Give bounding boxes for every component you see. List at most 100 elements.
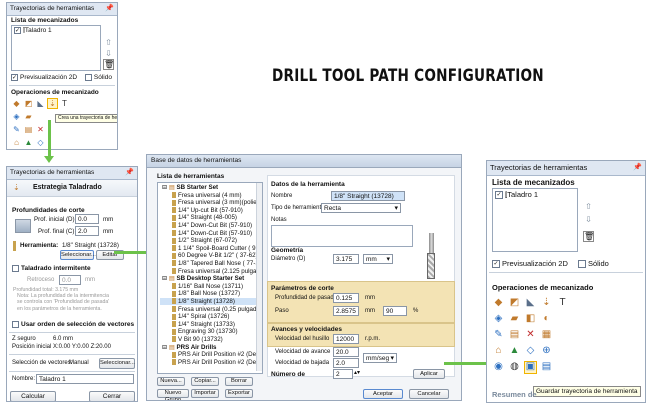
checkbox-preview-2d[interactable]: ✓ <box>11 74 18 81</box>
moulding-edit-icon[interactable]: ✎ <box>492 329 505 342</box>
ok-button[interactable]: Aceptar <box>363 389 403 399</box>
tree-tool-item[interactable]: 1/8" Straight (13728) <box>160 298 262 306</box>
pocket-icon[interactable]: ◩ <box>508 297 521 310</box>
finishing-icon[interactable]: ▲ <box>508 345 521 358</box>
checkbox-solid[interactable] <box>84 74 92 81</box>
toolpath-list[interactable]: ✓ ⫿Taladro 1 <box>492 188 578 252</box>
tool-number-input[interactable]: 2 <box>333 369 353 379</box>
tree-tool-item[interactable]: 1/2" Straight (67-072) <box>160 237 237 244</box>
diameter-unit-select[interactable]: mm <box>363 254 393 264</box>
collapse-icon[interactable]: ⊟ <box>162 184 169 191</box>
texture-icon[interactable]: ▤ <box>23 124 34 135</box>
export-icon[interactable]: ▤ <box>540 361 553 374</box>
tree-tool-item[interactable]: 1/4" Down-Cut Bit (57-910) <box>160 222 252 229</box>
tree-tool-item[interactable]: 1/4" Down-Cut Bit (57-910) <box>160 230 252 237</box>
profile-icon[interactable]: ◆ <box>11 98 22 109</box>
pin-icon[interactable]: 📌 <box>633 161 642 175</box>
roughing-icon[interactable]: ⌂ <box>492 345 505 358</box>
start-depth-input[interactable]: 0.0 <box>75 214 99 224</box>
preview-icon[interactable]: ◇ <box>35 137 46 148</box>
checkbox-solid[interactable] <box>577 260 586 269</box>
tool-tree[interactable]: ⊟ ▤ SB Starter Set Fresa universal (4 mm)… <box>157 182 263 374</box>
pin-icon[interactable]: 📌 <box>125 167 134 179</box>
tree-tool-item[interactable]: PRS Air Drill Position #2 (Define <box>160 359 262 366</box>
collapse-icon[interactable]: ⊟ <box>162 275 169 282</box>
delete-icon[interactable]: 🗑 <box>583 231 594 242</box>
move-up-icon[interactable]: ⇧ <box>103 37 114 48</box>
new-group-button[interactable]: Nuevo Grupo <box>157 389 189 400</box>
delete-tool-button[interactable]: Borrar <box>225 377 253 386</box>
tree-tool-item[interactable]: 60 Degree V-Bit 1/2" ( 37-62) <box>160 252 258 259</box>
rate-unit-select[interactable]: mm/seg <box>363 353 397 363</box>
checkbox-preview-2d[interactable]: ✓ <box>492 260 500 269</box>
apply-button[interactable]: Aplicar <box>413 369 445 379</box>
move-up-icon[interactable]: ⇧ <box>583 201 594 212</box>
stepover-input[interactable]: 2.8575 <box>333 306 359 316</box>
tree-group[interactable]: ⊟ ▤ SB Starter Set <box>160 184 218 191</box>
roughing-icon[interactable]: ⌂ <box>11 137 22 148</box>
tree-tool-item[interactable]: Fresa universal (0.25 pulgadas <box>160 306 262 313</box>
export-button[interactable]: Exportar <box>225 389 253 398</box>
save-toolpath-icon[interactable]: ▣ <box>524 361 537 374</box>
tree-group[interactable]: ⊟ ▤ SB Desktop Starter Set <box>160 275 244 282</box>
tree-tool-item[interactable]: 1/4" Spiral (13726) <box>160 313 229 320</box>
cancel-button[interactable]: Cancelar <box>409 389 449 399</box>
move-down-icon[interactable]: ⇩ <box>583 214 594 225</box>
vcarve-icon[interactable]: ◈ <box>11 111 22 122</box>
toolpath-item[interactable]: ✓ ⫿Taladro 1 <box>495 190 538 200</box>
tree-tool-item[interactable]: Fresa universal (2.125 pulgada <box>160 268 262 275</box>
fluting-icon[interactable]: ▰ <box>508 313 521 326</box>
checkbox-toolpath[interactable]: ✓ <box>14 27 21 34</box>
diameter-input[interactable]: 3.175 <box>333 254 359 264</box>
plunge-input[interactable]: 2.0 <box>333 358 359 368</box>
toolpath-name-input[interactable]: Taladro 1 <box>36 374 134 384</box>
fluting-icon[interactable]: ▰ <box>23 111 34 122</box>
select-tool-button[interactable]: Seleccionar... <box>60 250 96 260</box>
vector-select-button[interactable]: Seleccionar... <box>99 358 135 369</box>
texture-icon[interactable]: ▤ <box>508 329 521 342</box>
tree-tool-item[interactable]: PRS Air Drill Position #2 (Define <box>160 351 262 358</box>
tree-tool-item[interactable]: 1/4" Up-cut Bit (57-910) <box>160 207 243 214</box>
tree-tool-item[interactable]: 1/4" Straight (13733) <box>160 321 235 328</box>
finishing-icon[interactable]: ▲ <box>23 137 34 148</box>
new-tool-button[interactable]: Nueva... <box>157 377 185 386</box>
close-button[interactable]: Cerrar <box>89 391 135 401</box>
spindle-input[interactable]: 12000 <box>333 334 359 344</box>
tool-name-input[interactable]: 1/8" Straight (13728) <box>331 191 405 201</box>
import-button[interactable]: Importar <box>191 389 219 398</box>
final-depth-input[interactable]: 2.0 <box>75 226 99 236</box>
vcarve-icon[interactable]: ◈ <box>492 313 505 326</box>
inlay-icon[interactable]: ◧ <box>524 313 537 326</box>
tree-tool-item[interactable]: V Bit 90 (13732) <box>160 336 223 343</box>
tool-type-select[interactable]: Recta <box>321 203 401 213</box>
profile-icon[interactable]: ◆ <box>492 297 505 310</box>
tree-tool-item[interactable]: Engraving 30 (13730) <box>160 328 238 335</box>
text-icon[interactable]: T <box>556 297 569 310</box>
collapse-icon[interactable]: ⊟ <box>162 344 169 351</box>
calculate-button[interactable]: Calcular <box>10 391 56 401</box>
feed-input[interactable]: 20.0 <box>333 347 359 357</box>
copy-tool-button[interactable]: Copiar... <box>191 377 219 386</box>
drill-tool-icon[interactable]: ⇣ <box>540 297 553 310</box>
simulate-icon[interactable]: ◉ <box>492 361 505 374</box>
pocket-icon[interactable]: ◩ <box>23 98 34 109</box>
tree-tool-item[interactable]: 1 1/4" Spoil-Board Cutter ( 91-0 <box>160 245 262 252</box>
engrave-icon[interactable]: ◣ <box>35 98 46 109</box>
tool-number-spinner[interactable]: ▴▾ <box>354 369 360 376</box>
pass-depth-input[interactable]: 0.125 <box>333 293 359 303</box>
merge-icon[interactable]: ⊕ <box>540 345 553 358</box>
delete-icon[interactable]: 🗑 <box>103 59 114 70</box>
tree-group[interactable]: ⊟ ▤ PRS Air Drills <box>160 344 217 351</box>
tree-tool-item[interactable]: 1/8" Tapered Ball Nose ( 77-10 <box>160 260 262 267</box>
tree-tool-item[interactable]: Fresa universal (4 mm) <box>160 192 242 199</box>
stepover-pct-input[interactable]: 90 <box>383 306 407 316</box>
tree-tool-item[interactable]: 1/8" Ball Nose (13727) <box>160 290 240 297</box>
preview-icon[interactable]: ◇ <box>524 345 537 358</box>
checkbox-peck[interactable] <box>12 265 19 272</box>
moulding-icon[interactable]: ✎ <box>11 124 22 135</box>
text-icon[interactable]: T <box>59 98 70 109</box>
reset-icon[interactable]: ◍ <box>508 361 521 374</box>
checkbox-vector-order[interactable] <box>12 321 19 328</box>
moulding-icon[interactable]: ◐ <box>540 313 553 326</box>
toolpath-list[interactable]: ✓ ⫿Taladro 1 <box>11 25 101 71</box>
